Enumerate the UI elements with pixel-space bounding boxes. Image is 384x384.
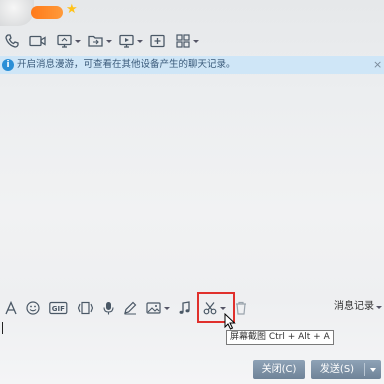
video-call-button[interactable]: [29, 30, 46, 52]
svg-text:GIF: GIF: [52, 305, 65, 313]
input-toolbar: GIF: [0, 297, 384, 319]
chat-toolbar: [0, 30, 384, 52]
doodle-button[interactable]: [123, 297, 137, 319]
send-button[interactable]: 发送(S): [311, 360, 381, 379]
info-icon: i: [2, 59, 14, 71]
screenshot-tooltip: 屏幕截图 Ctrl + Alt + A: [226, 330, 334, 345]
remote-desktop-button[interactable]: [57, 30, 81, 52]
music-note-icon: [179, 301, 190, 314]
dropdown-caret-icon: [193, 39, 199, 43]
microphone-icon: [103, 302, 114, 315]
pencil-icon: [124, 301, 137, 315]
shake-window-button[interactable]: [77, 297, 94, 319]
dropdown-caret-icon: [106, 39, 112, 43]
gif-button[interactable]: GIF: [49, 297, 68, 319]
shake-icon: [77, 301, 94, 315]
delete-history-button[interactable]: [235, 297, 247, 319]
folder-send-icon: [88, 35, 103, 47]
dropdown-caret-icon: [75, 39, 81, 43]
text-cursor: [2, 322, 3, 334]
gif-icon: GIF: [49, 301, 68, 315]
music-button[interactable]: [178, 297, 191, 319]
apps-button[interactable]: [176, 30, 199, 52]
add-friend-to-chat-button[interactable]: [150, 30, 165, 52]
send-options-caret-icon[interactable]: [370, 368, 376, 372]
grid-icon: [176, 34, 190, 48]
plus-square-icon: [150, 34, 165, 48]
close-button[interactable]: 关闭(C): [253, 360, 305, 379]
video-camera-icon: [29, 35, 46, 47]
font-icon: [5, 301, 17, 315]
send-button-label: 发送(S): [319, 364, 355, 375]
infobar-close-icon[interactable]: ×: [373, 57, 382, 73]
font-button[interactable]: [4, 297, 18, 319]
remote-assist-button[interactable]: [119, 30, 143, 52]
phone-icon: [5, 34, 19, 48]
mouse-pointer-icon: [224, 313, 236, 330]
dropdown-caret-icon: [137, 39, 143, 43]
emoji-button[interactable]: [26, 297, 40, 319]
message-record-caret-icon[interactable]: [376, 306, 382, 309]
infobar-text[interactable]: 开启消息漫游，可查看在其他设备产生的聊天记录。: [17, 57, 236, 73]
contact-name-redacted: [31, 6, 63, 19]
message-record-link[interactable]: 消息记录: [334, 300, 374, 314]
send-button-divider: [364, 363, 365, 376]
star-icon: ★: [66, 2, 78, 17]
trash-icon: [236, 301, 246, 315]
screen-share-icon: [57, 34, 72, 48]
dropdown-caret-icon: [164, 306, 170, 310]
smiley-icon: [26, 301, 40, 315]
monitor-icon: [119, 34, 134, 48]
send-file-button[interactable]: [88, 30, 112, 52]
send-image-button[interactable]: [146, 297, 170, 319]
image-icon: [146, 302, 161, 314]
voice-message-button[interactable]: [102, 297, 115, 319]
contact-avatar[interactable]: [0, 0, 34, 26]
phone-call-button[interactable]: [5, 30, 19, 52]
